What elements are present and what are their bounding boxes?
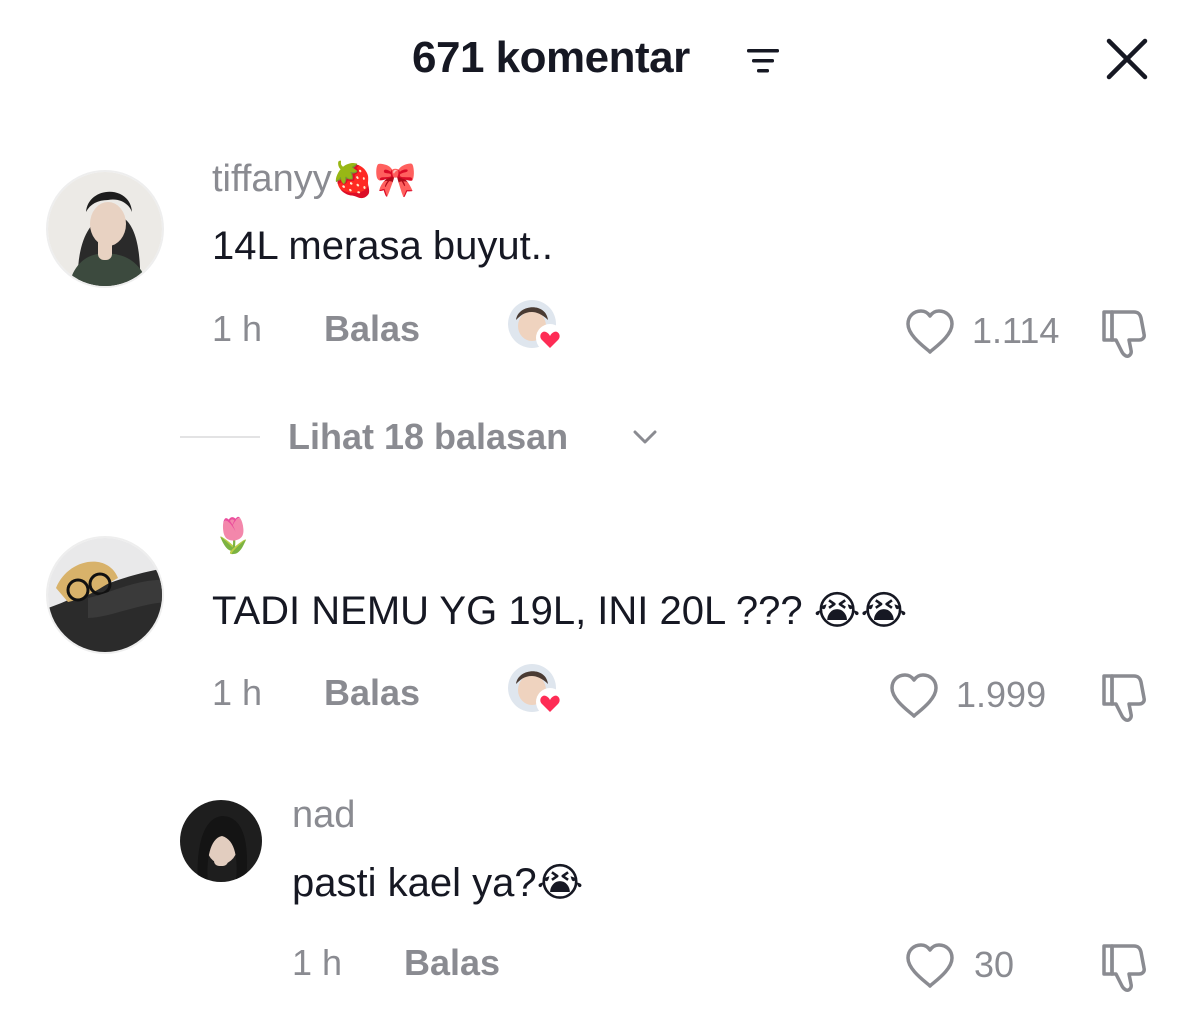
- heart-icon: [906, 943, 954, 988]
- dislike-icon[interactable]: [1098, 940, 1154, 994]
- comment-time: 1 h: [292, 942, 343, 983]
- reply-comment-item: nad pasti kael ya?😭 1 h Balas 30: [0, 0, 1200, 1011]
- avatar-image: [180, 800, 262, 882]
- reply-button[interactable]: Balas: [404, 942, 500, 984]
- like-button[interactable]: 30: [904, 940, 1044, 990]
- comment-username[interactable]: nad: [292, 794, 355, 836]
- like-count: 30: [974, 944, 1015, 985]
- avatar[interactable]: [180, 800, 262, 882]
- comment-text: pasti kael ya?😭: [292, 861, 584, 905]
